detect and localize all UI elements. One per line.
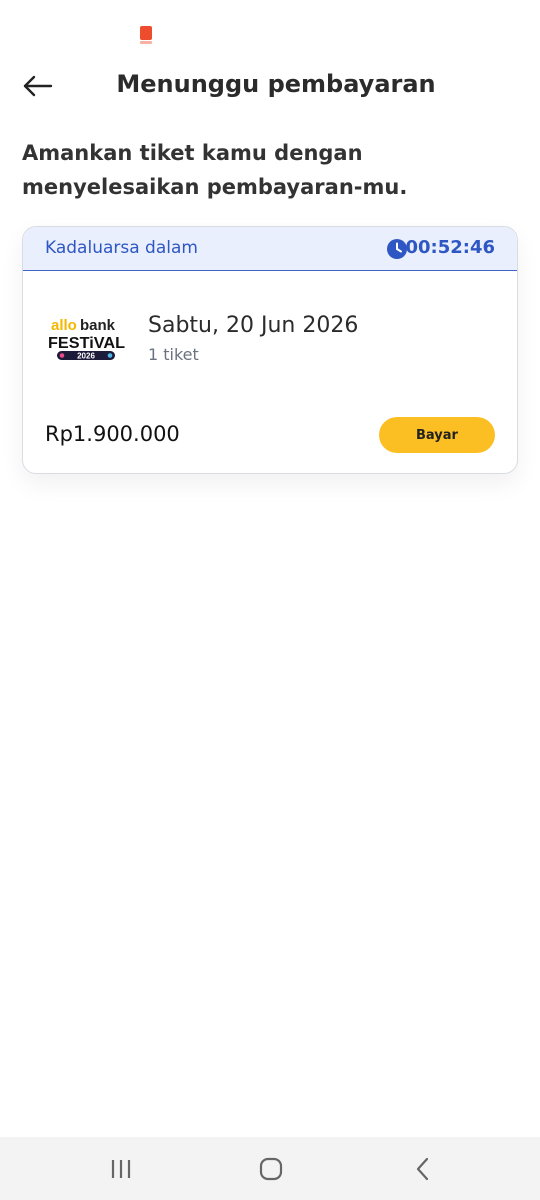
logo-year-text: 2026 bbox=[77, 352, 95, 361]
page-title: Menunggu pembayaran bbox=[116, 70, 436, 98]
logo-bank-text: bank bbox=[80, 317, 116, 334]
nav-back-icon bbox=[416, 1157, 429, 1181]
order-card[interactable]: Kadaluarsa dalam 00:52:46 allo bank FEST… bbox=[22, 226, 518, 474]
system-nav-bar bbox=[0, 1137, 540, 1200]
recents-button[interactable] bbox=[107, 1155, 135, 1183]
countdown-timer: 00:52:46 bbox=[405, 237, 495, 258]
logo-allo-text: allo bbox=[51, 317, 77, 334]
ticket-count: 1 tiket bbox=[148, 345, 199, 364]
nav-back-button[interactable] bbox=[409, 1155, 437, 1183]
price: Rp1.900.000 bbox=[45, 422, 180, 446]
intro-text: Amankan tiket kamu dengan menyelesaikan … bbox=[22, 141, 408, 199]
expiry-label: Kadaluarsa dalam bbox=[45, 238, 198, 258]
home-icon bbox=[259, 1157, 283, 1181]
header: Menunggu pembayaran bbox=[0, 60, 540, 112]
event-logo: allo bank FESTiVAL 2026 bbox=[48, 317, 125, 361]
status-bar bbox=[0, 0, 540, 60]
expiry-bar: Kadaluarsa dalam 00:52:46 bbox=[23, 227, 517, 271]
pay-button[interactable]: Bayar bbox=[379, 417, 495, 453]
event-date: Sabtu, 20 Jun 2026 bbox=[148, 313, 359, 338]
shopee-pay-icon bbox=[140, 26, 152, 44]
recents-icon bbox=[111, 1160, 131, 1178]
home-button[interactable] bbox=[257, 1155, 285, 1183]
logo-festival-text: FESTiVAL bbox=[48, 335, 125, 352]
